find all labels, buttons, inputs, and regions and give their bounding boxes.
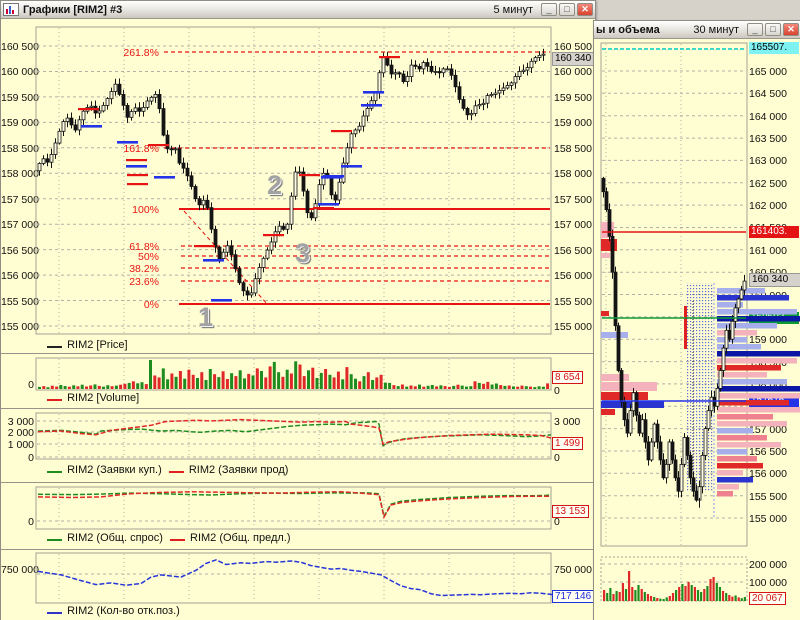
oi-legend: RIM2 (Кол-во отк.поз.) xyxy=(47,605,180,617)
oi-plot[interactable] xyxy=(1,1,595,620)
right-volume-plot[interactable] xyxy=(594,21,800,620)
oi-label: RIM2 (Кол-во отк.поз.) xyxy=(67,605,180,617)
wave-label-1: 1 xyxy=(198,302,214,332)
main-chart-window: Графики [RIM2] #3 5 минут _ □ ✕ 160 500 1… xyxy=(0,0,598,620)
desktop: Графики [RIM2] #3 5 минут _ □ ✕ 160 500 1… xyxy=(0,0,800,620)
wave-label-3: 3 xyxy=(295,238,311,268)
oi-marker xyxy=(47,612,62,614)
wave-label-2: 2 xyxy=(267,170,283,200)
volume-profile-window: ы и объема 30 минут _ □ ✕ 165 000 164 500… xyxy=(593,20,800,620)
